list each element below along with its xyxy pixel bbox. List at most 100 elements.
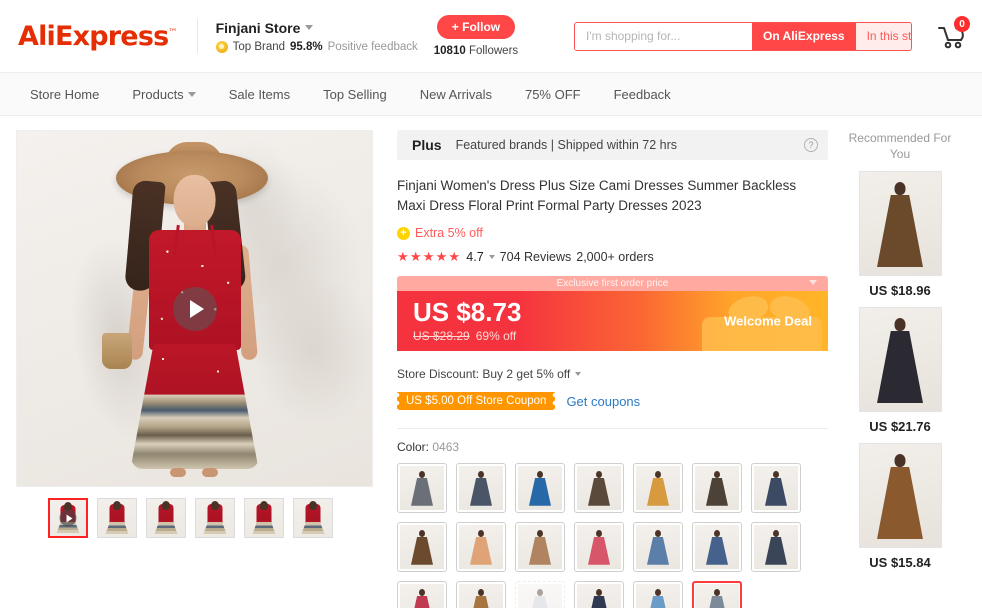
top-brand-label: Top Brand <box>232 40 286 53</box>
thumbnail-item[interactable] <box>244 498 284 538</box>
followers-label: Followers <box>468 45 519 57</box>
product-info: Plus Featured brands | Shipped within 72… <box>373 130 828 608</box>
nav-item-75-off[interactable]: 75% OFF <box>525 87 581 102</box>
thumbnail-item[interactable] <box>97 498 137 538</box>
color-swatch[interactable] <box>456 581 506 608</box>
nav-label: New Arrivals <box>419 86 492 102</box>
thumbnail-item[interactable] <box>146 498 186 538</box>
price-sub-row: US $28.29 69% off <box>413 329 521 343</box>
recommended-item[interactable]: US $18.96 <box>842 171 958 298</box>
swatch-image <box>695 525 739 570</box>
thumbnail-model-head <box>162 500 170 510</box>
medal-icon <box>215 40 228 53</box>
chevron-down-icon[interactable] <box>488 255 495 260</box>
color-swatch[interactable] <box>456 522 506 573</box>
store-metrics: Top Brand 95.8% Positive feedback <box>215 40 418 53</box>
color-swatch[interactable] <box>692 463 742 514</box>
play-video-button[interactable] <box>172 286 217 331</box>
recommended-title: Recommended For You <box>848 131 952 162</box>
recommended-item[interactable]: US $21.76 <box>842 307 958 434</box>
color-swatch[interactable] <box>574 522 624 573</box>
header-divider <box>196 19 198 53</box>
recommended-model-head <box>894 181 906 195</box>
thumbnail-item[interactable] <box>293 498 333 538</box>
exclusive-price-tab: Exclusive first order price <box>397 276 828 292</box>
store-nav: Store Home Products Sale Items Top Selli… <box>0 72 982 116</box>
nav-item-feedback[interactable]: Feedback <box>614 87 671 102</box>
store-discount-row[interactable]: Store Discount: Buy 2 get 5% off <box>397 367 828 381</box>
thumbnail-model-head <box>260 500 268 510</box>
swatch-image <box>577 466 621 511</box>
aliexpress-logo[interactable]: AliExpress™ <box>18 21 177 52</box>
nav-label: Feedback <box>613 86 671 102</box>
swatch-image <box>636 466 680 511</box>
color-swatch[interactable] <box>515 522 565 573</box>
color-swatch[interactable] <box>515 463 565 514</box>
chevron-down-icon[interactable] <box>575 372 582 377</box>
thumbnail-video[interactable] <box>48 498 88 538</box>
star-rating-icon: ★★★★★ <box>397 249 462 265</box>
plus-banner-text: Featured brands | Shipped within 72 hrs <box>455 138 678 152</box>
recommended-image[interactable] <box>858 307 942 413</box>
nav-label: Sale Items <box>228 86 291 102</box>
page-title: Finjani Women's Dress Plus Size Cami Dre… <box>397 178 797 213</box>
color-swatch-disabled[interactable] <box>515 581 565 608</box>
recommended-image[interactable] <box>858 443 942 549</box>
color-swatch[interactable] <box>692 522 742 573</box>
store-coupon-tag[interactable]: US $5.00 Off Store Coupon <box>397 392 556 411</box>
search-on-aliexpress-button[interactable]: On AliExpress <box>752 22 856 50</box>
product-gallery <box>16 130 373 608</box>
color-swatch-selected[interactable] <box>692 581 742 608</box>
model-foot-left <box>169 468 186 478</box>
model-face <box>173 175 216 228</box>
price-banner: US $8.73 US $28.29 69% off Welcome Deal <box>397 291 828 352</box>
color-swatch[interactable] <box>574 581 624 608</box>
color-swatch[interactable] <box>751 522 801 573</box>
chevron-down-icon[interactable] <box>809 280 817 286</box>
store-name-row[interactable]: Finjani Store <box>216 20 418 36</box>
color-swatch[interactable] <box>456 463 506 514</box>
coupon-row: US $5.00 Off Store Coupon Get coupons <box>397 392 828 411</box>
swatch-image <box>636 525 680 570</box>
nav-item-sale-items[interactable]: Sale Items <box>229 87 290 102</box>
color-swatch[interactable] <box>751 463 801 514</box>
follow-button[interactable]: + Follow <box>436 15 516 39</box>
price-section: Exclusive first order price US $8.73 US … <box>397 276 828 352</box>
search-area: On AliExpress In this store 0 <box>574 16 970 53</box>
color-selected-value: 0463 <box>432 440 460 455</box>
search-input[interactable] <box>575 22 752 50</box>
color-swatch[interactable] <box>633 581 683 608</box>
thumbnail-item[interactable] <box>195 498 235 538</box>
cart-button[interactable]: 0 <box>934 16 970 53</box>
nav-item-products[interactable]: Products <box>132 87 196 102</box>
nav-item-new-arrivals[interactable]: New Arrivals <box>420 87 492 102</box>
exclusive-price-label: Exclusive first order price <box>556 278 669 290</box>
main-product-image[interactable] <box>16 130 373 487</box>
logo-text: AliExpress <box>18 20 169 52</box>
chevron-down-icon[interactable] <box>305 25 314 30</box>
swatch-image <box>754 466 798 511</box>
search-in-this-store-button[interactable]: In this store <box>855 22 911 50</box>
color-swatch[interactable] <box>397 463 447 514</box>
swatch-image <box>577 584 621 608</box>
store-discount-label: Store Discount: Buy 2 get 5% off <box>397 367 571 382</box>
follow-block: + Follow 10810 Followers <box>434 15 518 57</box>
nav-item-store-home[interactable]: Store Home <box>30 87 99 102</box>
positive-feedback-pct: 95.8% <box>290 40 323 53</box>
help-icon[interactable]: ? <box>804 138 818 152</box>
color-swatch[interactable] <box>633 463 683 514</box>
get-coupons-link[interactable]: Get coupons <box>566 394 640 409</box>
color-swatch[interactable] <box>397 522 447 573</box>
nav-label: 75% OFF <box>524 86 581 102</box>
color-swatch[interactable] <box>397 581 447 608</box>
swatch-image <box>754 525 798 570</box>
color-swatch[interactable] <box>633 522 683 573</box>
model-foot-right <box>201 468 218 478</box>
swatch-image <box>459 584 503 608</box>
recommended-image[interactable] <box>858 171 942 277</box>
color-swatch[interactable] <box>574 463 624 514</box>
rating-row: ★★★★★ 4.7 704 Reviews 2,000+ orders <box>397 249 828 265</box>
nav-item-top-selling[interactable]: Top Selling <box>323 87 387 102</box>
recommended-item[interactable]: US $15.84 <box>842 443 958 570</box>
reviews-count[interactable]: 704 Reviews <box>500 250 572 264</box>
